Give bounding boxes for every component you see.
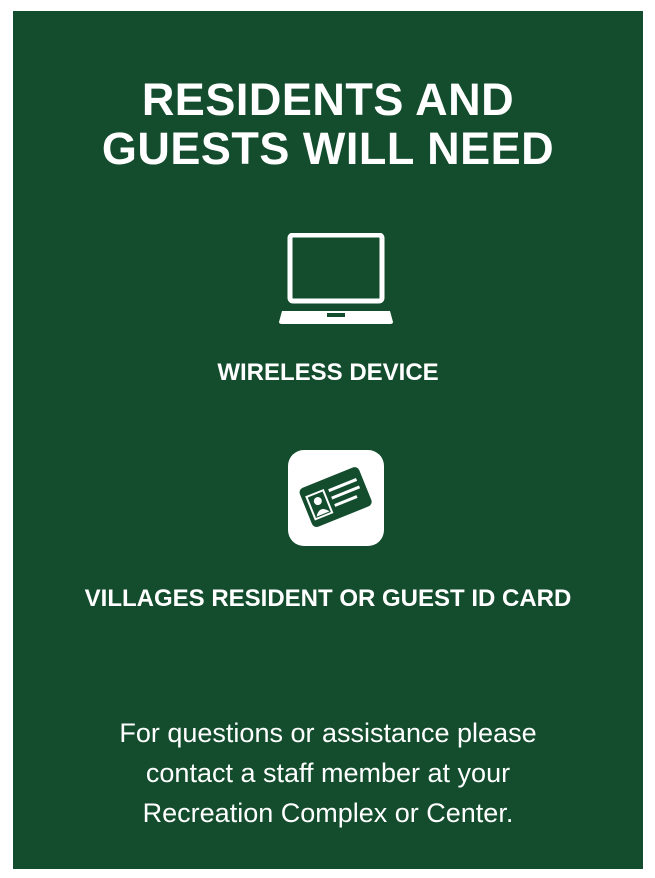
title-line-1: RESIDENTS AND bbox=[141, 74, 515, 125]
footer-line-1: For questions or assistance please bbox=[119, 718, 537, 748]
assistance-note: For questions or assistance please conta… bbox=[13, 713, 643, 833]
sign-panel: RESIDENTS AND GUESTS WILL NEED WIRELESS … bbox=[13, 11, 643, 869]
laptop-icon bbox=[279, 232, 393, 325]
title-line-2: GUESTS WILL NEED bbox=[101, 123, 555, 174]
page-title: RESIDENTS AND GUESTS WILL NEED bbox=[13, 75, 643, 173]
wireless-device-label: WIRELESS DEVICE bbox=[217, 359, 439, 386]
id-card-label: VILLAGES RESIDENT OR GUEST ID CARD bbox=[84, 585, 572, 612]
footer-line-2: contact a staff member at your bbox=[145, 758, 511, 788]
footer-line-3: Recreation Complex or Center. bbox=[142, 798, 514, 828]
id-card-icon bbox=[288, 450, 384, 546]
